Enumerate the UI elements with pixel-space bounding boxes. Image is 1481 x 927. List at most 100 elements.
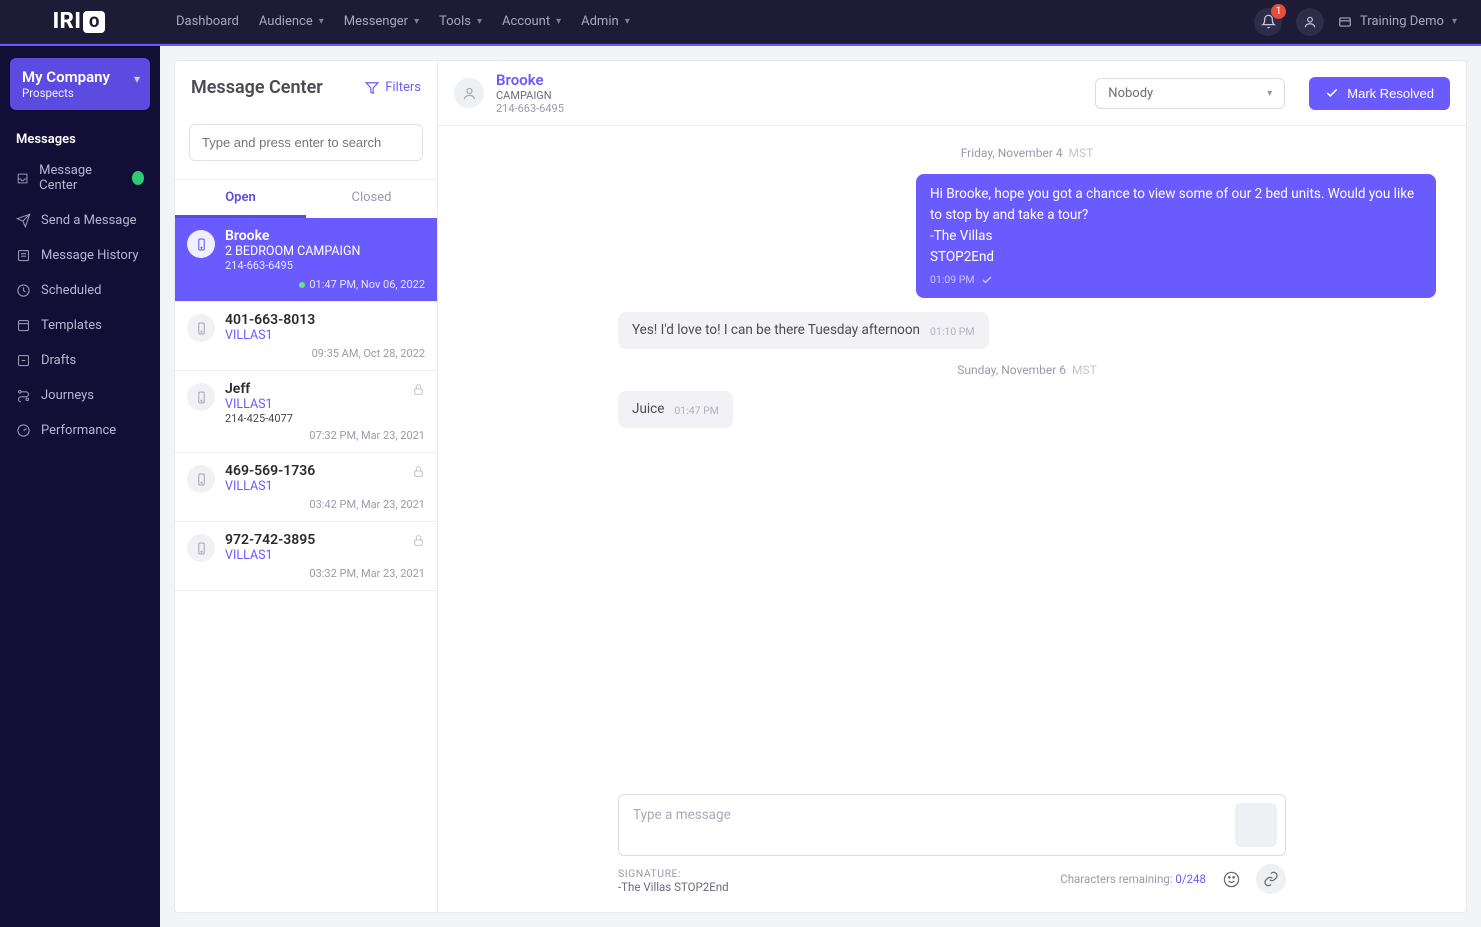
send-icon (16, 213, 31, 228)
send-button[interactable] (1235, 803, 1277, 847)
conversation-phone: 214-425-4077 (225, 412, 425, 425)
message-bubble: Juice 01:47 PM (618, 391, 733, 428)
conversation-timestamp: 01:47 PM, Nov 06, 2022 (225, 278, 425, 291)
tab-open[interactable]: Open (175, 180, 306, 218)
chat-panel: Brooke CAMPAIGN 214-663-6495 Nobody ▾ Ma… (438, 60, 1467, 913)
nav-dashboard[interactable]: Dashboard (176, 0, 239, 44)
workspace-icon (1338, 15, 1352, 29)
sidebar-item-performance[interactable]: Performance (6, 413, 154, 448)
status-dot (299, 282, 305, 288)
chevron-down-icon: ▾ (625, 16, 630, 27)
nav-messenger[interactable]: Messenger▾ (344, 0, 419, 44)
emoji-button[interactable] (1216, 864, 1246, 894)
conversation-item[interactable]: JeffVILLAS1214-425-407707:32 PM, Mar 23,… (175, 371, 437, 453)
conversation-list: Brooke2 BEDROOM CAMPAIGN214-663-649501:4… (175, 218, 437, 912)
nav-audience[interactable]: Audience▾ (259, 0, 324, 44)
message-time: 01:47 PM (674, 403, 719, 419)
link-button[interactable] (1256, 864, 1286, 894)
sidebar-item-scheduled[interactable]: Scheduled (6, 273, 154, 308)
contact-campaign: CAMPAIGN (496, 89, 564, 102)
sidebar-item-send-a-message[interactable]: Send a Message (6, 203, 154, 238)
message-text: Hi Brooke, hope you got a chance to view… (930, 184, 1422, 268)
notifications-button[interactable]: 1 (1254, 8, 1282, 36)
delivered-icon (981, 274, 993, 286)
chevron-down-icon: ▾ (134, 72, 140, 86)
conversation-item[interactable]: 401-663-8013VILLAS109:35 AM, Oct 28, 202… (175, 302, 437, 371)
composer-area: Type a message SIGNATURE: -The Villas ST… (438, 794, 1466, 912)
message-text: Juice (632, 399, 664, 420)
chevron-down-icon: ▾ (319, 16, 324, 27)
sidebar-item-drafts[interactable]: Drafts (6, 343, 154, 378)
history-icon (16, 248, 31, 263)
chevron-down-icon: ▾ (414, 16, 419, 27)
inbox-icon (16, 171, 29, 186)
sidebar-item-message-center[interactable]: Message Center (6, 153, 154, 203)
panel-title: Message Center (191, 77, 323, 98)
conversation-name: Brooke (225, 228, 425, 244)
nav-tools[interactable]: Tools▾ (439, 0, 482, 44)
workspace-selector[interactable]: Training Demo ▾ (1338, 14, 1457, 29)
nav-account[interactable]: Account▾ (502, 0, 561, 44)
search-input[interactable] (189, 124, 423, 161)
sidebar-item-label: Send a Message (41, 213, 137, 228)
date-separator: Friday, November 4 MST (618, 146, 1436, 160)
filters-button[interactable]: Filters (365, 80, 421, 95)
message-incoming: Juice 01:47 PM (618, 391, 1436, 428)
sidebar-item-journeys[interactable]: Journeys (6, 378, 154, 413)
contact-avatar (454, 78, 484, 108)
company-subtitle: Prospects (22, 86, 138, 100)
message-time: 01:10 PM (930, 324, 975, 340)
conversation-item[interactable]: 972-742-3895VILLAS103:32 PM, Mar 23, 202… (175, 522, 437, 591)
character-counter: Characters remaining: 0/248 (1060, 872, 1206, 886)
message-incoming: Yes! I'd love to! I can be there Tuesday… (618, 312, 1436, 349)
smile-icon (1223, 871, 1240, 888)
sidebar: My Company Prospects ▾ Messages Message … (0, 46, 160, 927)
phone-icon (187, 314, 215, 342)
lock-icon (412, 534, 425, 547)
nav-links: Dashboard Audience▾ Messenger▾ Tools▾ Accoun… (176, 0, 630, 44)
lock-icon (412, 465, 425, 478)
conversation-phone: 214-663-6495 (225, 259, 425, 272)
company-title: My Company (22, 68, 138, 86)
company-selector[interactable]: My Company Prospects ▾ (10, 58, 150, 110)
journey-icon (16, 388, 31, 403)
phone-icon (187, 534, 215, 562)
chat-body: Friday, November 4 MST Hi Brooke, hope yo… (438, 126, 1466, 794)
assignee-select[interactable]: Nobody ▾ (1095, 78, 1285, 109)
nav-admin[interactable]: Admin▾ (581, 0, 630, 44)
sidebar-item-label: Scheduled (41, 283, 101, 298)
conversation-timestamp: 07:32 PM, Mar 23, 2021 (225, 429, 425, 442)
conversation-item[interactable]: 469-569-1736VILLAS103:42 PM, Mar 23, 202… (175, 453, 437, 522)
lock-icon (412, 383, 425, 396)
conversation-name: 401-663-8013 (225, 312, 425, 328)
notification-badge: 1 (1271, 4, 1286, 19)
sidebar-item-label: Performance (41, 423, 116, 438)
conversation-name: 972-742-3895 (225, 532, 425, 548)
conversation-item[interactable]: Brooke2 BEDROOM CAMPAIGN214-663-649501:4… (175, 218, 437, 302)
conversation-campaign: VILLAS1 (225, 397, 425, 412)
sidebar-item-label: Message Center (39, 163, 122, 193)
message-bubble: Yes! I'd love to! I can be there Tuesday… (618, 312, 989, 349)
signature-text: -The Villas STOP2End (618, 880, 729, 894)
mark-resolved-button[interactable]: Mark Resolved (1309, 77, 1450, 110)
sidebar-item-templates[interactable]: Templates (6, 308, 154, 343)
conversation-tabs: Open Closed (175, 179, 437, 218)
tab-closed[interactable]: Closed (306, 180, 437, 218)
filter-icon (365, 81, 379, 95)
date-separator: Sunday, November 6 MST (618, 363, 1436, 377)
user-menu-button[interactable] (1296, 8, 1324, 36)
composer-placeholder: Type a message (633, 807, 731, 823)
chat-header: Brooke CAMPAIGN 214-663-6495 Nobody ▾ Ma… (438, 61, 1466, 126)
conversation-campaign: VILLAS1 (225, 328, 425, 343)
sidebar-item-message-history[interactable]: Message History (6, 238, 154, 273)
conversation-list-panel: Message Center Filters Open Closed Brook… (174, 60, 438, 913)
chevron-down-icon: ▾ (1452, 16, 1457, 27)
conversation-campaign: VILLAS1 (225, 548, 425, 563)
clock-icon (16, 283, 31, 298)
phone-icon (187, 383, 215, 411)
chevron-down-icon: ▾ (556, 16, 561, 27)
conversation-name: 469-569-1736 (225, 463, 425, 479)
message-input[interactable]: Type a message (618, 794, 1286, 856)
message-text: Yes! I'd love to! I can be there Tuesday… (632, 320, 920, 341)
message-bubble: Hi Brooke, hope you got a chance to view… (916, 174, 1436, 298)
